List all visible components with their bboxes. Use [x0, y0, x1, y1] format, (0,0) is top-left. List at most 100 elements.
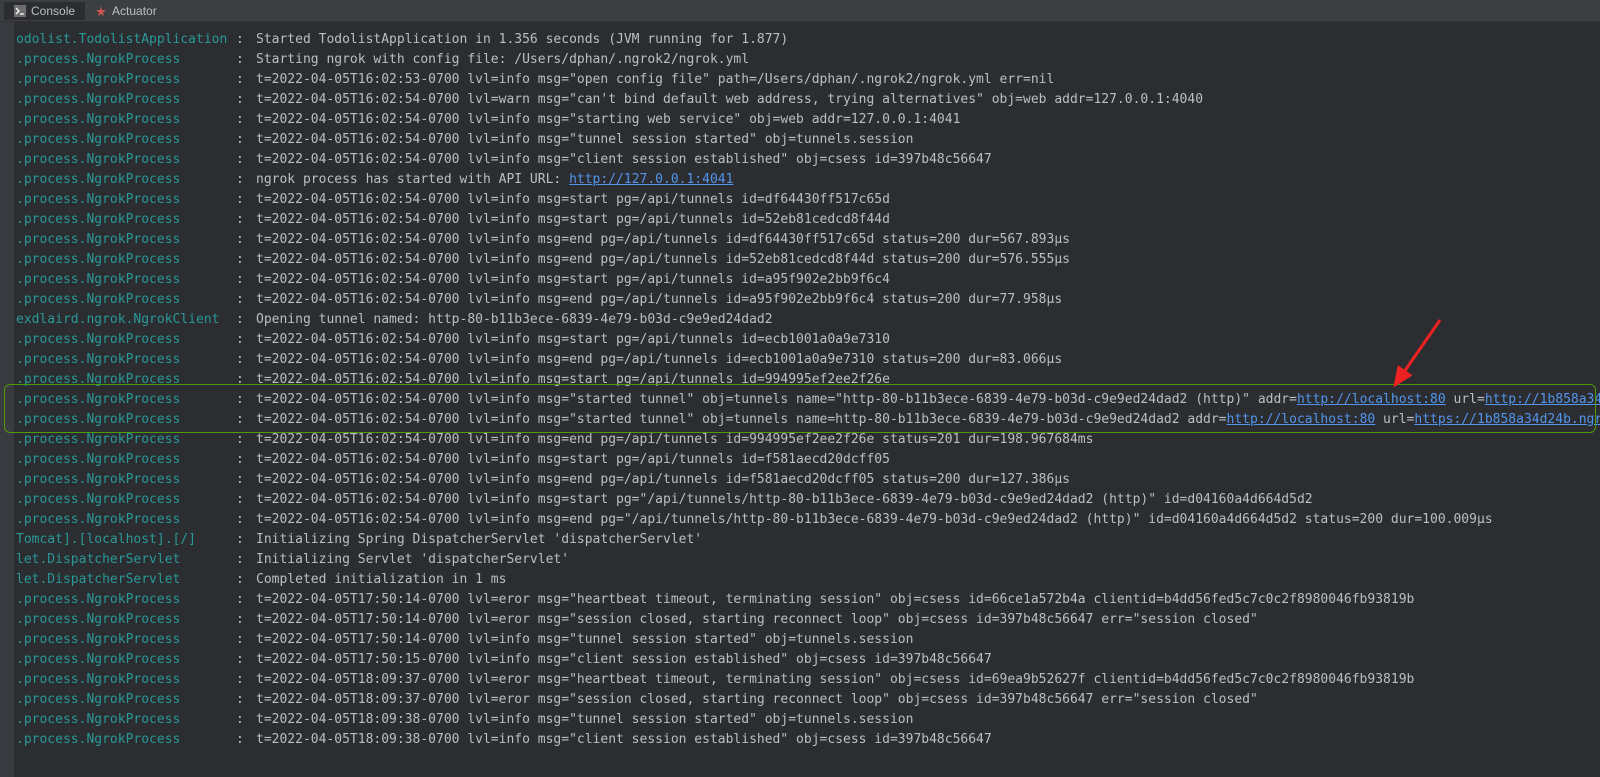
log-logger: .process.NgrokProcess [16, 650, 236, 670]
log-line: .process.NgrokProcess: t=2022-04-05T16:0… [16, 190, 1600, 210]
tab-bar: Console Actuator [0, 0, 1600, 22]
log-separator: : [236, 390, 256, 410]
log-message: t=2022-04-05T16:02:54-0700 lvl=info msg=… [256, 210, 890, 230]
log-logger: exdlaird.ngrok.NgrokClient [16, 310, 236, 330]
log-separator: : [236, 150, 256, 170]
log-message: t=2022-04-05T16:02:54-0700 lvl=info msg=… [256, 430, 1093, 450]
log-logger: .process.NgrokProcess [16, 110, 236, 130]
log-message: Starting ngrok with config file: /Users/… [256, 50, 749, 70]
log-line: .process.NgrokProcess: Starting ngrok wi… [16, 50, 1600, 70]
log-separator: : [236, 490, 256, 510]
log-message: Initializing Servlet 'dispatcherServlet' [256, 550, 569, 570]
log-line: .process.NgrokProcess: t=2022-04-05T16:0… [16, 270, 1600, 290]
log-link[interactable]: https://1b858a34d24b.ngrok.io [1414, 412, 1600, 427]
log-logger: .process.NgrokProcess [16, 190, 236, 210]
log-separator: : [236, 230, 256, 250]
tab-console[interactable]: Console [4, 2, 85, 20]
log-logger: .process.NgrokProcess [16, 710, 236, 730]
log-logger: .process.NgrokProcess [16, 170, 236, 190]
log-line: .process.NgrokProcess: t=2022-04-05T17:5… [16, 610, 1600, 630]
log-logger: .process.NgrokProcess [16, 370, 236, 390]
log-separator: : [236, 650, 256, 670]
log-message: t=2022-04-05T16:02:54-0700 lvl=info msg=… [256, 150, 992, 170]
left-gutter [0, 22, 14, 777]
log-link[interactable]: http://127.0.0.1:4041 [569, 172, 733, 187]
log-line: .process.NgrokProcess: t=2022-04-05T18:0… [16, 710, 1600, 730]
log-message: Started TodolistApplication in 1.356 sec… [256, 30, 788, 50]
log-separator: : [236, 730, 256, 750]
log-logger: .process.NgrokProcess [16, 390, 236, 410]
log-separator: : [236, 370, 256, 390]
log-line: .process.NgrokProcess: t=2022-04-05T16:0… [16, 390, 1600, 410]
log-message: t=2022-04-05T16:02:54-0700 lvl=info msg=… [256, 410, 1600, 430]
log-line: .process.NgrokProcess: t=2022-04-05T16:0… [16, 350, 1600, 370]
log-separator: : [236, 710, 256, 730]
log-separator: : [236, 90, 256, 110]
log-line: .process.NgrokProcess: t=2022-04-05T16:0… [16, 210, 1600, 230]
log-line: Tomcat].[localhost].[/]: Initializing Sp… [16, 530, 1600, 550]
log-message: ngrok process has started with API URL: … [256, 170, 733, 190]
log-line: .process.NgrokProcess: t=2022-04-05T16:0… [16, 290, 1600, 310]
log-link[interactable]: http://localhost:80 [1297, 392, 1446, 407]
log-message: t=2022-04-05T16:02:54-0700 lvl=info msg=… [256, 510, 1493, 530]
log-line: .process.NgrokProcess: t=2022-04-05T16:0… [16, 470, 1600, 490]
log-logger: Tomcat].[localhost].[/] [16, 530, 236, 550]
log-logger: .process.NgrokProcess [16, 430, 236, 450]
tab-actuator[interactable]: Actuator [85, 2, 167, 20]
log-message: t=2022-04-05T16:02:54-0700 lvl=info msg=… [256, 370, 890, 390]
log-line: exdlaird.ngrok.NgrokClient: Opening tunn… [16, 310, 1600, 330]
log-logger: .process.NgrokProcess [16, 330, 236, 350]
log-line: .process.NgrokProcess: t=2022-04-05T16:0… [16, 490, 1600, 510]
log-separator: : [236, 690, 256, 710]
log-logger: .process.NgrokProcess [16, 510, 236, 530]
log-separator: : [236, 470, 256, 490]
log-separator: : [236, 670, 256, 690]
log-line: odolist.TodolistApplication: Started Tod… [16, 30, 1600, 50]
log-message: t=2022-04-05T16:02:54-0700 lvl=info msg=… [256, 470, 1070, 490]
log-message: t=2022-04-05T16:02:54-0700 lvl=info msg=… [256, 110, 960, 130]
log-line: .process.NgrokProcess: t=2022-04-05T16:0… [16, 150, 1600, 170]
log-separator: : [236, 70, 256, 90]
log-link[interactable]: http://1b858a34d24b.ngrok.i [1485, 392, 1600, 407]
log-message: t=2022-04-05T16:02:54-0700 lvl=info msg=… [256, 490, 1313, 510]
log-line: .process.NgrokProcess: t=2022-04-05T16:0… [16, 510, 1600, 530]
log-logger: .process.NgrokProcess [16, 350, 236, 370]
log-line: .process.NgrokProcess: t=2022-04-05T16:0… [16, 330, 1600, 350]
log-line: .process.NgrokProcess: t=2022-04-05T16:0… [16, 370, 1600, 390]
log-message: t=2022-04-05T16:02:53-0700 lvl=info msg=… [256, 70, 1054, 90]
log-logger: .process.NgrokProcess [16, 670, 236, 690]
log-line: .process.NgrokProcess: t=2022-04-05T16:0… [16, 450, 1600, 470]
log-message: t=2022-04-05T16:02:54-0700 lvl=info msg=… [256, 130, 913, 150]
tab-actuator-label: Actuator [112, 4, 157, 18]
log-separator: : [236, 630, 256, 650]
log-message: t=2022-04-05T18:09:37-0700 lvl=eror msg=… [256, 670, 1414, 690]
log-link[interactable]: http://localhost:80 [1227, 412, 1376, 427]
log-message: Completed initialization in 1 ms [256, 570, 506, 590]
log-separator: : [236, 330, 256, 350]
log-logger: .process.NgrokProcess [16, 250, 236, 270]
log-message: t=2022-04-05T16:02:54-0700 lvl=info msg=… [256, 390, 1600, 410]
log-message: t=2022-04-05T17:50:14-0700 lvl=eror msg=… [256, 610, 1258, 630]
log-separator: : [236, 270, 256, 290]
log-separator: : [236, 610, 256, 630]
log-logger: .process.NgrokProcess [16, 450, 236, 470]
log-separator: : [236, 530, 256, 550]
log-message: t=2022-04-05T16:02:54-0700 lvl=info msg=… [256, 450, 890, 470]
log-message: t=2022-04-05T16:02:54-0700 lvl=info msg=… [256, 230, 1070, 250]
log-logger: .process.NgrokProcess [16, 210, 236, 230]
log-separator: : [236, 550, 256, 570]
log-separator: : [236, 210, 256, 230]
log-message: t=2022-04-05T16:02:54-0700 lvl=warn msg=… [256, 90, 1203, 110]
log-message: t=2022-04-05T16:02:54-0700 lvl=info msg=… [256, 270, 890, 290]
log-line: .process.NgrokProcess: t=2022-04-05T17:5… [16, 590, 1600, 610]
log-logger: .process.NgrokProcess [16, 470, 236, 490]
log-message: t=2022-04-05T17:50:14-0700 lvl=info msg=… [256, 630, 913, 650]
log-logger: odolist.TodolistApplication [16, 30, 236, 50]
log-line: .process.NgrokProcess: t=2022-04-05T18:0… [16, 730, 1600, 750]
log-logger: .process.NgrokProcess [16, 70, 236, 90]
console-log-area[interactable]: odolist.TodolistApplication: Started Tod… [14, 22, 1600, 777]
tab-console-label: Console [31, 4, 75, 18]
log-line: .process.NgrokProcess: t=2022-04-05T16:0… [16, 130, 1600, 150]
log-separator: : [236, 350, 256, 370]
log-separator: : [236, 570, 256, 590]
